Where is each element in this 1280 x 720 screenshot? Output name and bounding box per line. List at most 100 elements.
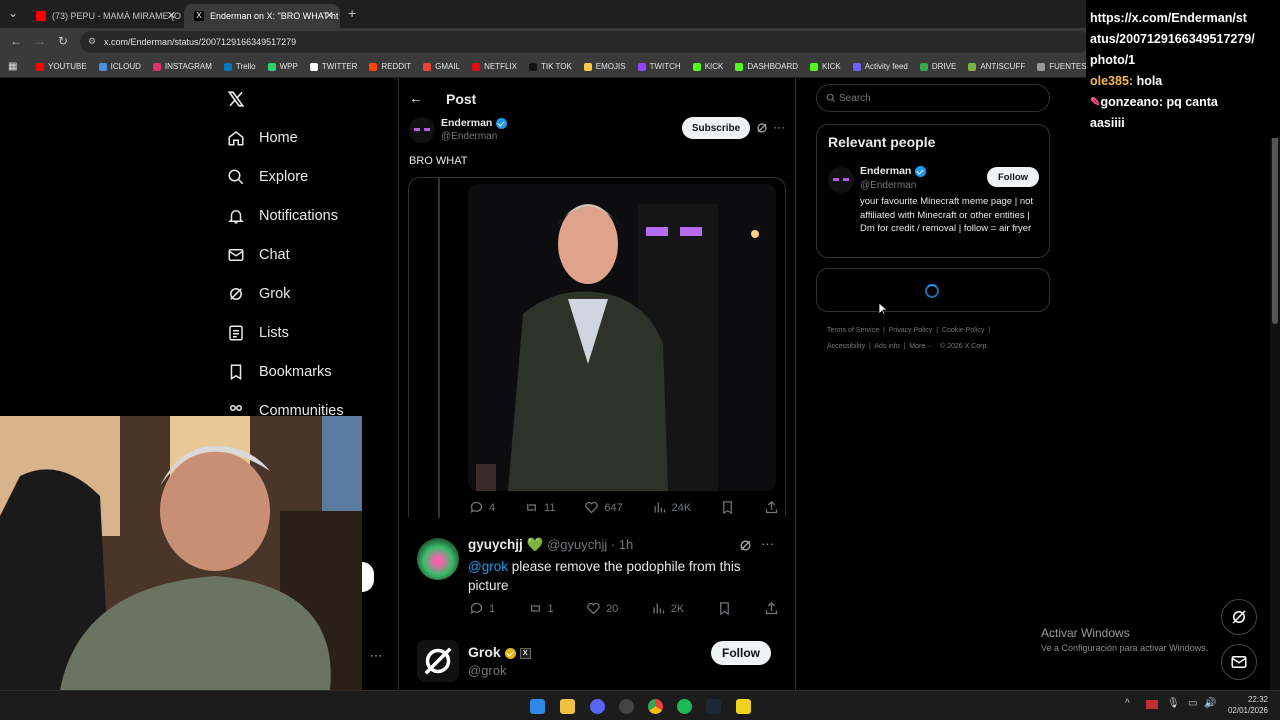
reload-icon[interactable]: ↻ — [58, 34, 68, 48]
repost-button[interactable]: 11 — [524, 500, 555, 515]
footer-links-row-2: Accessibility | Ads info | More ··· © 20… — [827, 343, 989, 350]
footer-terms[interactable]: Terms of Service — [827, 327, 879, 334]
x-logo-icon[interactable] — [227, 90, 245, 108]
sidebar-item-label: Grok — [259, 286, 291, 302]
clock[interactable]: 22:32 02/01/2026 — [1226, 694, 1268, 716]
enderman-avatar[interactable] — [409, 117, 435, 143]
bookmark-item[interactable]: REDDIT — [369, 62, 411, 71]
bookmark-item[interactable]: WPP — [267, 62, 298, 71]
views-button[interactable]: 24K — [652, 500, 691, 515]
reply-button[interactable]: 1 — [469, 601, 495, 616]
grok-name[interactable]: Grok X — [468, 644, 531, 660]
author-name[interactable]: Enderman — [441, 117, 508, 129]
grok-avatar[interactable] — [417, 640, 459, 682]
tab-search-chevron-icon[interactable]: ⌄ — [8, 6, 18, 20]
sidebar-item-explore[interactable]: Explore — [227, 168, 308, 186]
person-name[interactable]: Enderman — [860, 165, 927, 177]
bookmark-item[interactable]: TIK TOK — [528, 62, 572, 71]
forward-arrow-icon[interactable]: → — [34, 34, 46, 48]
reply-button[interactable]: 4 — [469, 500, 495, 515]
site-info-icon[interactable]: ⚙ — [88, 36, 96, 47]
share-button[interactable] — [764, 601, 779, 616]
bookmark-item[interactable]: KICK — [692, 62, 723, 71]
repost-button[interactable]: 1 — [528, 601, 554, 616]
steam-icon[interactable] — [706, 699, 721, 714]
bookmark-item[interactable]: TWITCH — [637, 62, 681, 71]
obs-icon[interactable] — [619, 699, 634, 714]
bookmark-item[interactable]: DRIVE — [919, 62, 956, 71]
footer-more[interactable]: More ··· — [909, 343, 934, 350]
footer-ads[interactable]: Ads info — [874, 343, 899, 350]
bookmark-item[interactable]: INSTAGRAM — [152, 62, 212, 71]
share-button[interactable] — [764, 500, 779, 515]
close-tab-icon[interactable]: ✕ — [167, 9, 176, 22]
back-arrow-icon[interactable]: ← — [409, 90, 423, 106]
spotify-icon[interactable] — [677, 699, 692, 714]
follow-button[interactable]: Follow — [987, 167, 1039, 187]
follow-grok-button[interactable]: Follow — [711, 641, 771, 665]
post-image[interactable] — [468, 184, 776, 491]
url-field[interactable]: ⚙ x.com/Enderman/status/2007129166349517… — [80, 31, 1090, 53]
tray-app-icon[interactable] — [1146, 700, 1158, 709]
like-button[interactable]: 647 — [584, 500, 623, 515]
search-input[interactable]: Search — [816, 84, 1050, 112]
grok-icon[interactable] — [739, 539, 752, 552]
footer-cookie[interactable]: Cookie Policy — [942, 327, 984, 334]
sidebar-item-grok[interactable]: Grok — [227, 285, 290, 303]
sidebar-item-notifications[interactable]: Notifications — [227, 207, 338, 225]
person-handle[interactable]: @Enderman — [860, 180, 916, 191]
sidebar-item-bookmarks[interactable]: Bookmarks — [227, 363, 332, 381]
tray-chevron-icon[interactable]: ^ — [1125, 698, 1130, 709]
grok-icon[interactable] — [756, 122, 768, 134]
bookmark-item[interactable]: ANTISCUFF — [968, 62, 1025, 71]
tab-youtube[interactable]: (73) PEPU - MAMÁ MIRAME (O ✕ — [26, 4, 182, 28]
bookmark-item[interactable]: Activity feed — [852, 62, 908, 71]
discord-icon[interactable] — [590, 699, 605, 714]
sidebar-item-lists[interactable]: Lists — [227, 324, 289, 342]
network-icon[interactable]: ▭ — [1188, 698, 1197, 709]
sticky-notes-icon[interactable] — [736, 699, 751, 714]
grok-handle[interactable]: @grok — [468, 663, 507, 678]
like-button[interactable]: 20 — [586, 601, 618, 616]
messages-float-button[interactable] — [1221, 644, 1257, 680]
grok-float-button[interactable] — [1221, 599, 1257, 635]
bookmark-item[interactable]: GMAIL — [423, 62, 460, 71]
bookmark-item[interactable]: YOUTUBE — [36, 62, 87, 71]
bookmark-item[interactable]: NETFLIX — [472, 62, 517, 71]
apps-grid-icon[interactable]: ▦ — [8, 61, 17, 72]
footer-privacy[interactable]: Privacy Policy — [889, 327, 933, 334]
mention-link[interactable]: @grok — [468, 559, 508, 574]
relevant-people-card: Relevant people Enderman @Enderman Follo… — [816, 124, 1050, 258]
start-icon[interactable] — [530, 699, 545, 714]
tab-x-post[interactable]: X Enderman on X: "BRO WHAT ht ✕ — [184, 4, 340, 28]
more-options-icon[interactable]: ··· — [773, 120, 785, 134]
reply-handle-time[interactable]: @gyuychjj · 1h — [547, 537, 633, 552]
subscribe-button[interactable]: Subscribe — [682, 117, 750, 139]
enderman-avatar[interactable] — [828, 167, 854, 193]
gyuychjj-avatar[interactable] — [417, 538, 459, 580]
bookmark-item[interactable]: Trello — [223, 62, 256, 71]
bookmark-item[interactable]: ICLOUD — [98, 62, 141, 71]
bookmark-button[interactable] — [720, 500, 735, 515]
bookmark-item[interactable]: KICK — [810, 62, 841, 71]
bookmark-item[interactable]: DASHBOARD — [735, 62, 798, 71]
close-tab-icon[interactable]: ✕ — [325, 9, 334, 22]
views-button[interactable]: 2K — [651, 601, 684, 616]
bookmark-item[interactable]: TWITTER — [309, 62, 357, 71]
reply-author-name[interactable]: gyuychjj 💚 — [468, 537, 543, 552]
volume-icon[interactable]: 🔊 — [1204, 698, 1216, 709]
author-handle[interactable]: @Enderman — [441, 131, 497, 142]
file-explorer-icon[interactable] — [560, 699, 575, 714]
chrome-icon[interactable] — [648, 699, 663, 714]
bookmark-item[interactable]: FUENTES — [1037, 62, 1087, 71]
new-tab-icon[interactable]: + — [348, 5, 356, 21]
bookmark-button[interactable] — [717, 601, 732, 616]
sidebar-item-home[interactable]: Home — [227, 129, 298, 147]
more-options-icon[interactable]: ··· — [370, 648, 382, 662]
bookmark-item[interactable]: EMOJIS — [583, 62, 626, 71]
footer-accessibility[interactable]: Accessibility — [827, 343, 865, 350]
more-options-icon[interactable]: ··· — [761, 536, 774, 551]
sidebar-item-chat[interactable]: Chat — [227, 246, 290, 264]
back-arrow-icon[interactable]: ← — [10, 34, 22, 48]
microphone-icon[interactable]: 🎙 — [1167, 698, 1180, 709]
